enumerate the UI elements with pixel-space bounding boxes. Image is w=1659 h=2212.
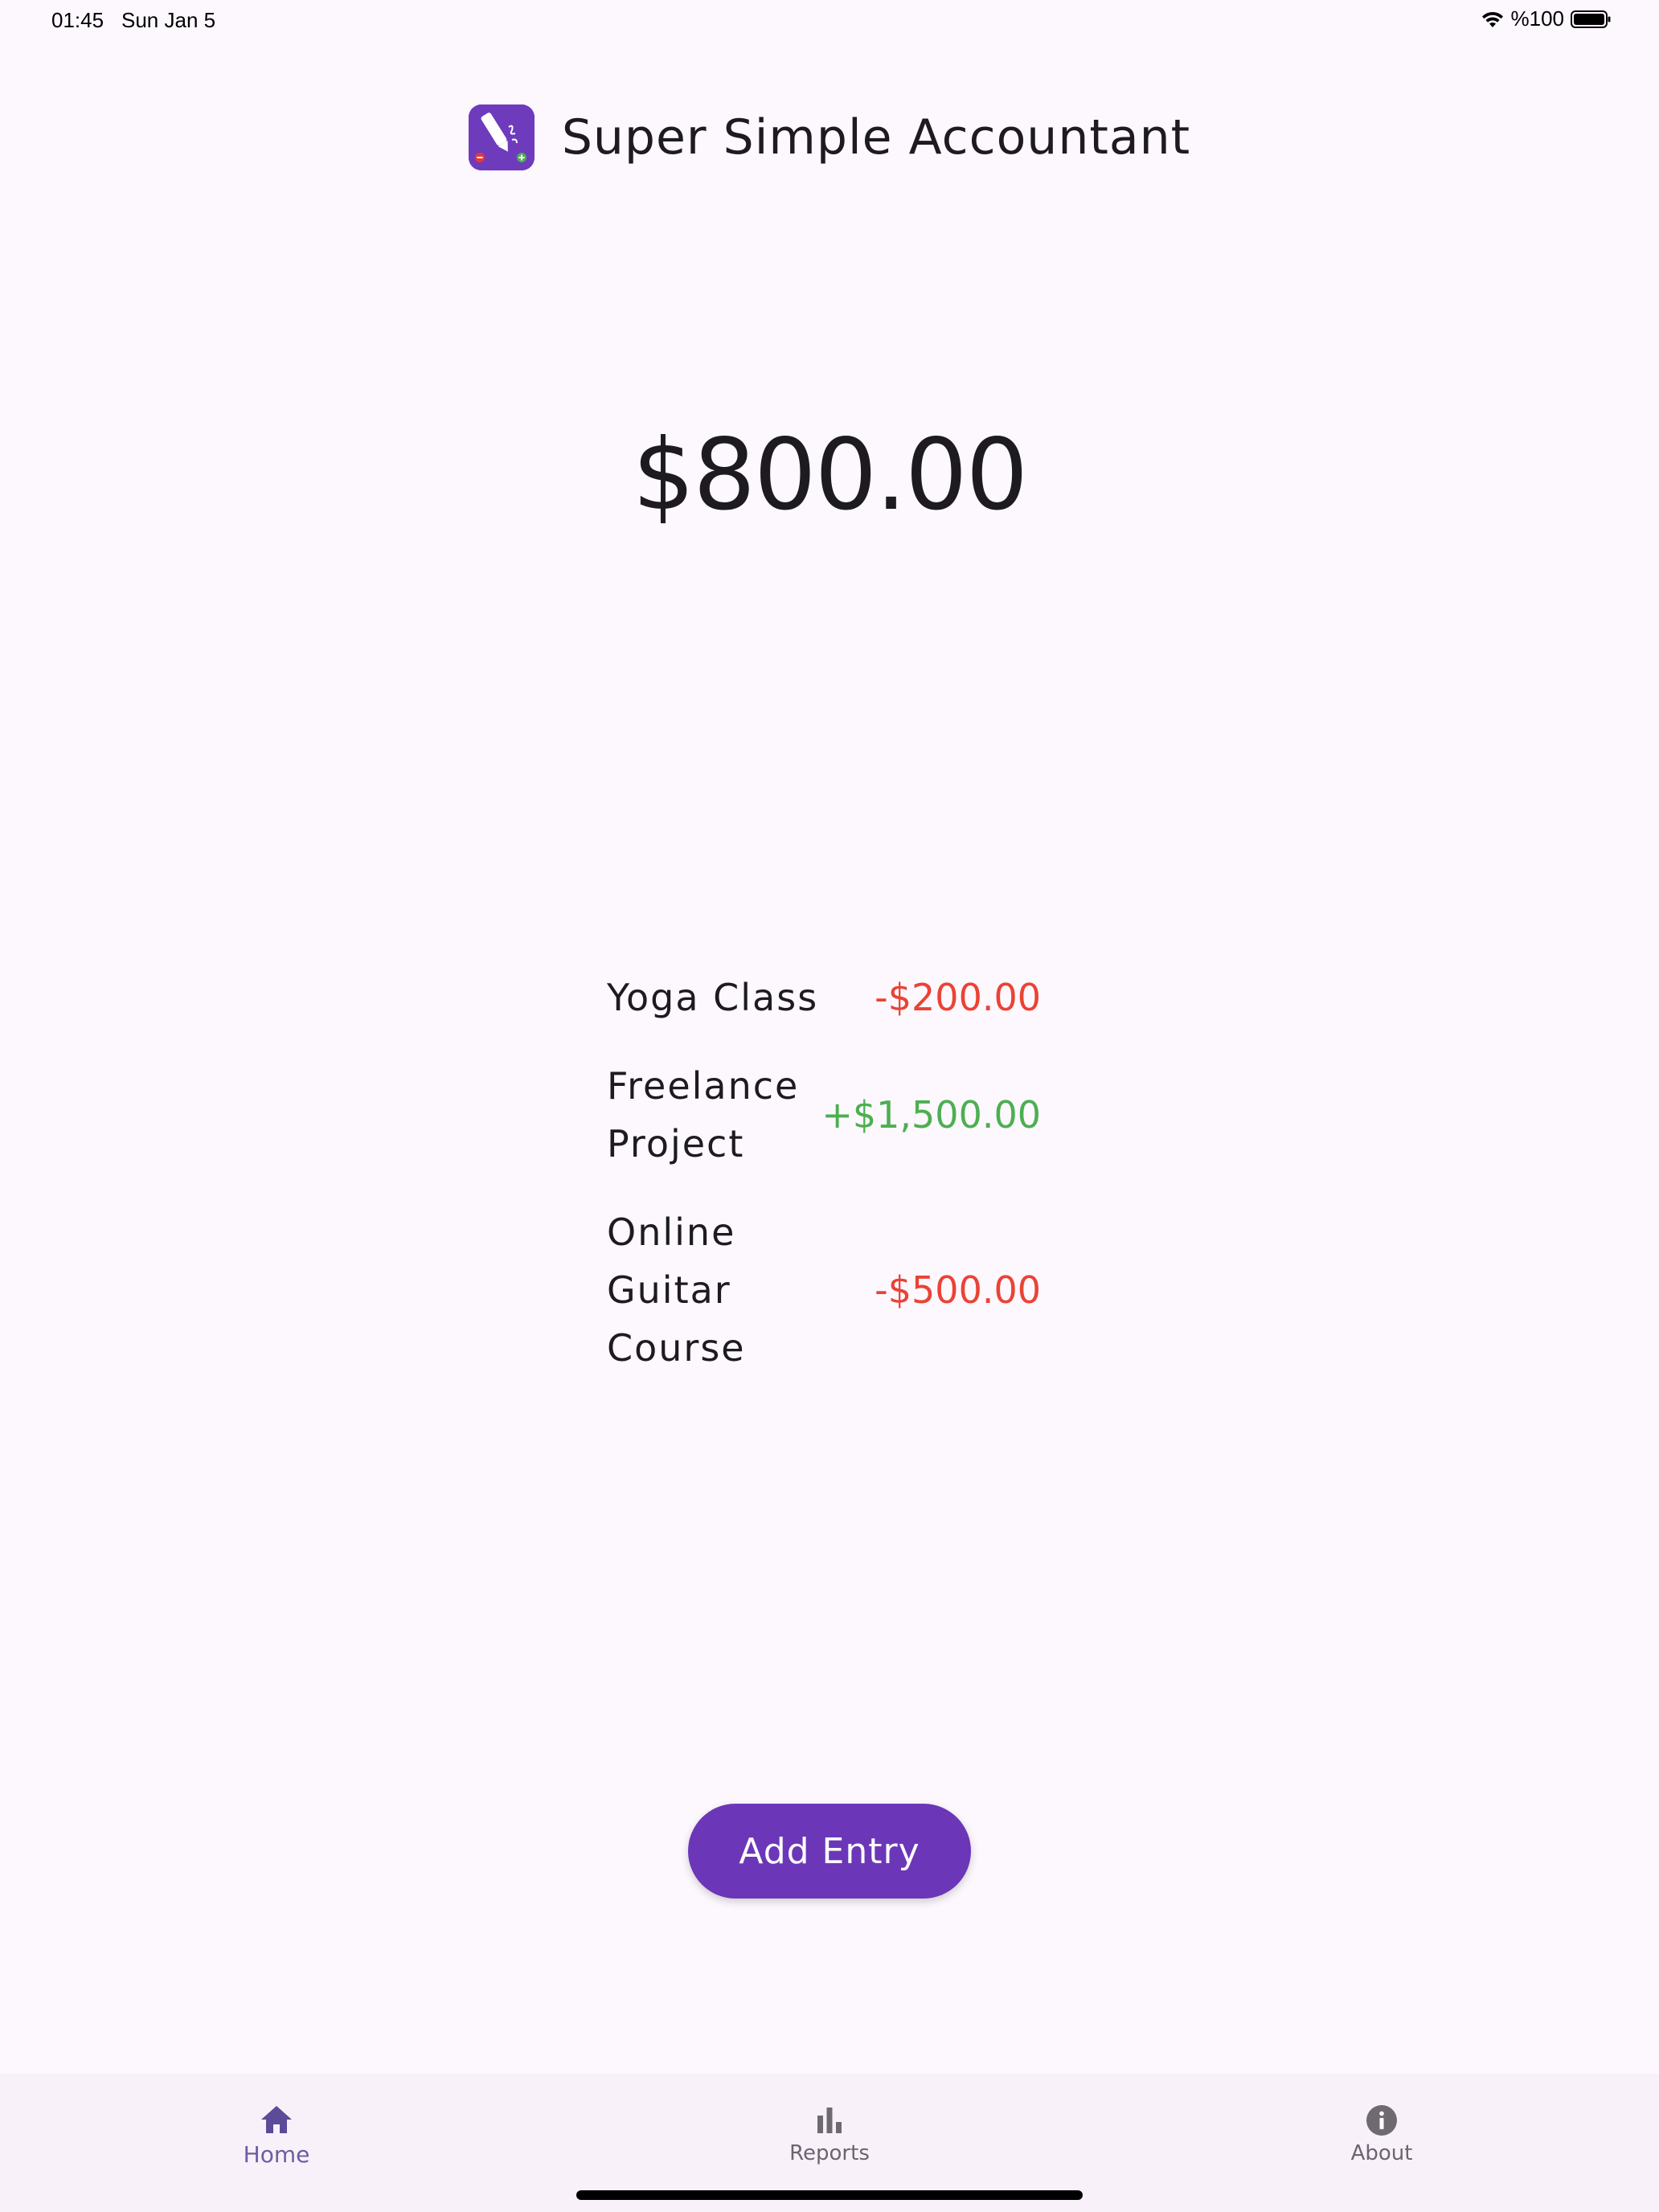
list-item[interactable]: Yoga Class -$200.00: [607, 969, 1041, 1026]
list-item[interactable]: Freelance Project +$1,500.00: [607, 1057, 1041, 1173]
entry-name: Freelance Project: [607, 1064, 800, 1165]
bar-chart-icon: [817, 2108, 842, 2133]
status-date: Sun Jan 5: [121, 8, 216, 32]
entry-amount: -$200.00: [875, 976, 1041, 1019]
status-indicators: %100: [1481, 6, 1612, 31]
app-logo-icon: [468, 104, 535, 170]
entries-list: Yoga Class -$200.00 Freelance Project +$…: [607, 969, 1041, 1407]
entry-amount: +$1,500.00: [821, 1093, 1041, 1137]
battery-percentage: %100: [1510, 6, 1565, 31]
nav-label-about: About: [1350, 2141, 1413, 2165]
nav-item-reports[interactable]: Reports: [749, 2104, 910, 2165]
battery-icon: [1571, 10, 1611, 28]
entry-name: Online Guitar Course: [607, 1210, 746, 1370]
info-icon: [1366, 2105, 1397, 2136]
app-title: Super Simple Accountant: [561, 109, 1191, 166]
home-indicator[interactable]: [576, 2190, 1083, 2200]
status-bar: 01:45 Sun Jan 5 %100: [0, 0, 1659, 40]
add-entry-button[interactable]: Add Entry: [688, 1804, 971, 1899]
app-header: Super Simple Accountant: [0, 104, 1659, 170]
nav-item-home[interactable]: Home: [196, 2104, 357, 2168]
nav-item-about[interactable]: About: [1301, 2104, 1462, 2165]
nav-label-reports: Reports: [789, 2141, 870, 2165]
entry-name: Yoga Class: [607, 976, 819, 1019]
balance-total: $800.00: [632, 418, 1029, 532]
home-icon: [261, 2106, 292, 2133]
entry-amount: -$500.00: [875, 1268, 1041, 1312]
nav-label-home: Home: [243, 2141, 310, 2168]
list-item[interactable]: Online Guitar Course -$500.00: [607, 1203, 1041, 1377]
status-time: 01:45: [51, 8, 104, 32]
wifi-icon: [1481, 11, 1503, 27]
